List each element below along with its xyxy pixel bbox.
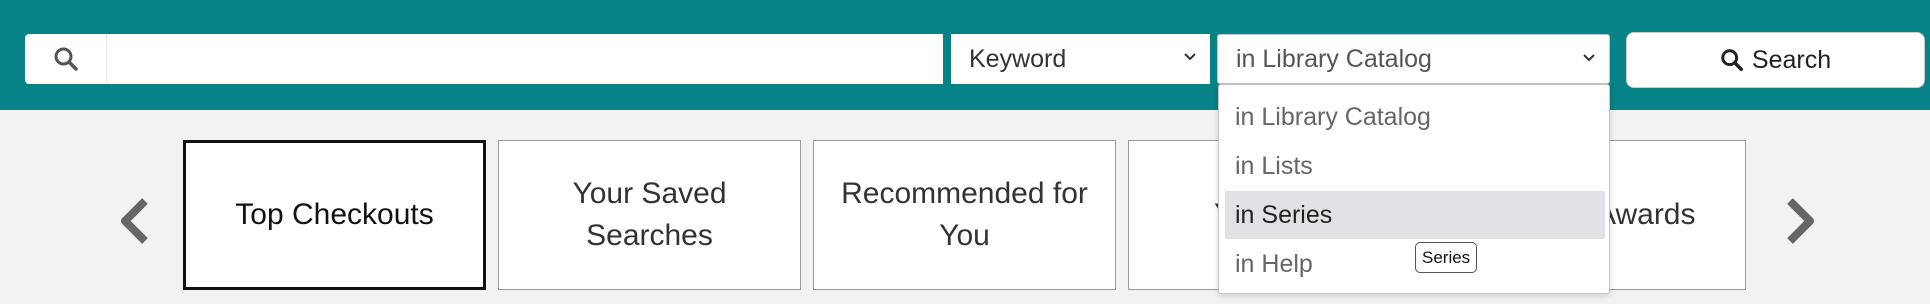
chevron-down-icon	[1583, 54, 1595, 62]
option-label: in Help	[1235, 249, 1313, 278]
carousel-card-top-checkouts[interactable]: Top Checkouts	[183, 140, 486, 290]
search-button-label: Search	[1751, 45, 1832, 74]
tooltip: Series	[1415, 242, 1478, 273]
option-label: in Series	[1235, 200, 1333, 229]
chevron-right-icon[interactable]	[1780, 196, 1820, 246]
option-label: in Lists	[1235, 151, 1313, 180]
search-box	[25, 34, 943, 84]
card-label: Recommended for You	[841, 177, 1088, 252]
card-label: Awards	[1596, 198, 1696, 231]
chevron-left-icon[interactable]	[115, 196, 155, 246]
search-input[interactable]	[107, 34, 943, 84]
dropdown-option-series[interactable]: in Series	[1225, 191, 1605, 239]
search-scope-dropdown: in Library Catalog in Lists in Series in…	[1218, 84, 1610, 294]
card-label: Your Saved Searches	[572, 177, 727, 252]
option-label: in Library Catalog	[1235, 102, 1431, 131]
dropdown-option-lists[interactable]: in Lists	[1225, 142, 1605, 190]
search-icon	[25, 34, 107, 84]
search-icon	[1721, 49, 1743, 71]
carousel-card-recommended[interactable]: Recommended for You	[813, 140, 1116, 290]
search-scope-select[interactable]: in Library Catalog	[1217, 34, 1610, 84]
dropdown-option-library-catalog[interactable]: in Library Catalog	[1225, 93, 1605, 141]
chevron-down-icon	[1184, 53, 1196, 61]
card-label: Top Checkouts	[235, 198, 434, 231]
tooltip-text: Series	[1422, 247, 1471, 267]
search-scope-value: in Library Catalog	[1236, 44, 1432, 73]
carousel-card-saved-searches[interactable]: Your Saved Searches	[498, 140, 801, 290]
search-header-bar: Keyword in Library Catalog Search	[0, 0, 1930, 110]
search-type-value: Keyword	[969, 44, 1067, 73]
search-type-select[interactable]: Keyword	[951, 34, 1210, 84]
search-button[interactable]: Search	[1626, 32, 1925, 88]
